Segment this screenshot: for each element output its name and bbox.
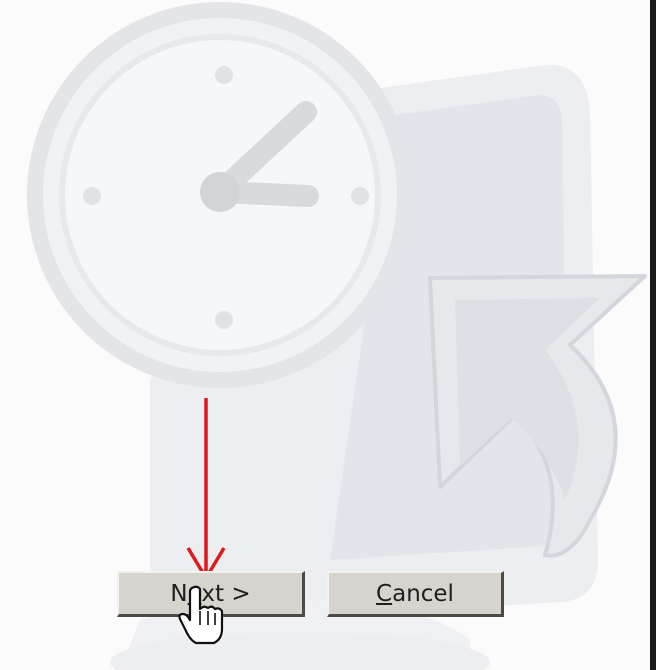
- cancel-button-label: Cancel: [376, 580, 454, 607]
- next-button-label: Next >: [170, 580, 251, 607]
- next-button[interactable]: Next >: [117, 571, 305, 617]
- clock-icon: [27, 2, 413, 388]
- window-border: [650, 0, 656, 670]
- wizard-watermark-graphic: [27, 2, 647, 670]
- cancel-button[interactable]: Cancel: [327, 571, 504, 617]
- wizard-page: Next > Cancel: [0, 0, 656, 670]
